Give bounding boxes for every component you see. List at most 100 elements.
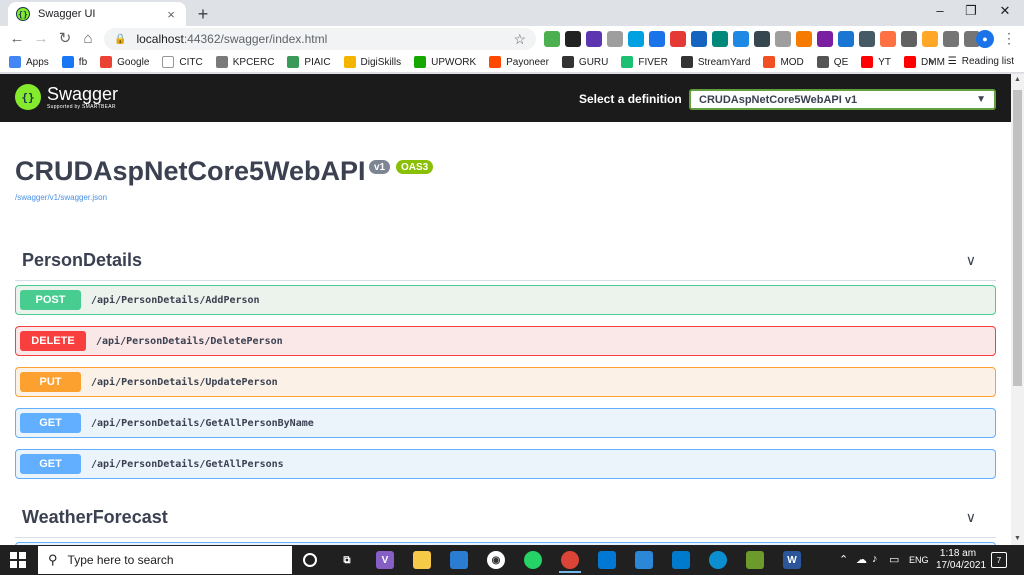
- file-explorer-icon[interactable]: [413, 551, 431, 569]
- bookmark-item[interactable]: Payoneer: [489, 56, 549, 68]
- chevron-down-icon: ▼: [976, 94, 986, 105]
- vertical-scrollbar[interactable]: ▲ ▼: [1011, 74, 1024, 545]
- scroll-down-arrow-icon[interactable]: ▼: [1011, 533, 1024, 545]
- edge-icon[interactable]: [709, 551, 727, 569]
- vscode-icon[interactable]: [672, 551, 690, 569]
- bookmark-item[interactable]: MOD: [763, 56, 804, 68]
- swagger-logo[interactable]: {} Swagger Supported by SMARTBEAR: [15, 84, 118, 110]
- scrollbar-thumb[interactable]: [1013, 90, 1022, 386]
- windows-start-icon[interactable]: [10, 552, 26, 568]
- extension-icon[interactable]: [565, 31, 581, 47]
- extension-icon[interactable]: [775, 31, 791, 47]
- page-title: CRUDAspNetCore5WebAPI: [15, 156, 366, 186]
- mail-icon[interactable]: [598, 551, 616, 569]
- chrome-icon[interactable]: [561, 551, 579, 569]
- bookmark-item[interactable]: Google: [100, 56, 149, 68]
- method-badge: GET: [20, 454, 81, 474]
- menu-dots-icon[interactable]: ⋮: [1002, 30, 1016, 47]
- bookmark-item[interactable]: fb: [61, 56, 87, 68]
- spec-json-link[interactable]: /swagger/v1/swagger.json: [15, 193, 107, 202]
- extension-icon[interactable]: [796, 31, 812, 47]
- bookmark-item[interactable]: StreamYard: [680, 56, 750, 68]
- extension-icon[interactable]: [544, 31, 560, 47]
- operation-row[interactable]: DELETE/api/PersonDetails/DeletePerson: [15, 326, 996, 356]
- restore-button[interactable]: ❐: [956, 3, 986, 19]
- taskbar-search-box[interactable]: ⚲ Type here to search: [38, 546, 292, 574]
- extension-icon[interactable]: [670, 31, 686, 47]
- chevron-down-icon[interactable]: ∨: [966, 252, 976, 269]
- bookmark-item[interactable]: DigiSkills: [343, 56, 401, 68]
- extension-icon[interactable]: [691, 31, 707, 47]
- volume-icon[interactable]: ♪: [872, 553, 878, 565]
- task-view-icon[interactable]: ⧉: [338, 551, 356, 569]
- bookmark-item[interactable]: GURU: [561, 56, 609, 68]
- lock-icon[interactable]: 🔒: [114, 34, 126, 45]
- extension-icon[interactable]: [712, 31, 728, 47]
- battery-icon[interactable]: ▭: [889, 553, 899, 566]
- close-window-button[interactable]: ✕: [990, 3, 1020, 19]
- tab-close-icon[interactable]: ×: [164, 7, 178, 22]
- photos-icon[interactable]: [450, 551, 468, 569]
- app-icon[interactable]: ◉: [487, 551, 505, 569]
- reading-list-link[interactable]: Reading list: [962, 56, 1014, 67]
- scroll-up-arrow-icon[interactable]: ▲: [1011, 74, 1024, 86]
- bookmark-item[interactable]: QE: [816, 56, 848, 68]
- operation-path: /api/PersonDetails/DeletePerson: [96, 335, 283, 347]
- extension-icon[interactable]: [817, 31, 833, 47]
- extension-icon[interactable]: [586, 31, 602, 47]
- chevron-down-icon[interactable]: ∨: [966, 509, 976, 526]
- cortana-icon[interactable]: [303, 553, 317, 567]
- forward-arrow-icon[interactable]: →: [32, 30, 50, 48]
- tray-chevron-up-icon[interactable]: ⌃: [839, 553, 848, 566]
- store-icon[interactable]: [635, 551, 653, 569]
- upwork-icon: [414, 56, 427, 68]
- tag-section-weatherforecast[interactable]: WeatherForecast ∨: [15, 498, 996, 538]
- home-icon[interactable]: ⌂: [79, 30, 97, 48]
- bookmark-item[interactable]: KPCERC: [215, 56, 274, 68]
- select-definition-label: Select a definition: [579, 92, 682, 106]
- extensions-puzzle-icon[interactable]: [943, 31, 959, 47]
- language-indicator[interactable]: ENG: [909, 555, 929, 565]
- extension-icon[interactable]: [754, 31, 770, 47]
- operation-row[interactable]: PUT/api/PersonDetails/UpdatePerson: [15, 367, 996, 397]
- extension-icon[interactable]: [880, 31, 896, 47]
- extension-icon[interactable]: [628, 31, 644, 47]
- operation-row[interactable]: GET/api/PersonDetails/GetAllPersonByName: [15, 408, 996, 438]
- whatsapp-icon[interactable]: [524, 551, 542, 569]
- network-icon[interactable]: ☁: [856, 553, 867, 566]
- bookmark-item[interactable]: UPWORK: [414, 56, 476, 68]
- definition-select[interactable]: CRUDAspNetCore5WebAPI v1 ▼: [689, 89, 996, 110]
- extension-icon[interactable]: [922, 31, 938, 47]
- extension-icon[interactable]: [649, 31, 665, 47]
- bookmark-item[interactable]: YT: [861, 56, 891, 68]
- tab-swagger-ui[interactable]: {} Swagger UI ×: [8, 2, 186, 26]
- bookmark-item[interactable]: PIAIC: [287, 56, 331, 68]
- bookmark-item[interactable]: FIVER: [621, 56, 668, 68]
- extension-icon[interactable]: [901, 31, 917, 47]
- extension-icon[interactable]: [838, 31, 854, 47]
- bookmarks-overflow-icon[interactable]: »: [928, 56, 934, 67]
- visual-studio-icon[interactable]: V: [376, 551, 394, 569]
- extension-icon[interactable]: [607, 31, 623, 47]
- bookmark-star-icon[interactable]: ☆: [513, 31, 526, 48]
- bookmark-item[interactable]: Apps: [9, 56, 49, 68]
- app-icon[interactable]: [746, 551, 764, 569]
- taskbar-clock[interactable]: 1:18 am 17/04/2021: [936, 548, 986, 572]
- reload-icon[interactable]: ↻: [56, 30, 74, 48]
- profile-avatar[interactable]: ●: [976, 30, 994, 48]
- tag-section-persondetails[interactable]: PersonDetails ∨: [15, 241, 996, 281]
- extension-icon[interactable]: [733, 31, 749, 47]
- back-arrow-icon[interactable]: ←: [8, 30, 26, 48]
- operation-row[interactable]: GET/api/PersonDetails/GetAllPersons: [15, 449, 996, 479]
- word-icon[interactable]: W: [783, 551, 801, 569]
- address-bar[interactable]: 🔒 localhost:44362/swagger/index.html ☆: [104, 28, 536, 50]
- operation-row[interactable]: POST/api/PersonDetails/AddPerson: [15, 285, 996, 315]
- bookmark-label: CITC: [179, 56, 203, 68]
- minimize-button[interactable]: –: [925, 3, 955, 18]
- bookmark-item[interactable]: CITC: [162, 56, 203, 68]
- taskbar-search-placeholder: Type here to search: [67, 553, 174, 567]
- bookmark-label: GURU: [578, 56, 609, 68]
- extension-icon[interactable]: [859, 31, 875, 47]
- notification-center-icon[interactable]: 7: [991, 552, 1007, 568]
- new-tab-button[interactable]: +: [193, 4, 213, 25]
